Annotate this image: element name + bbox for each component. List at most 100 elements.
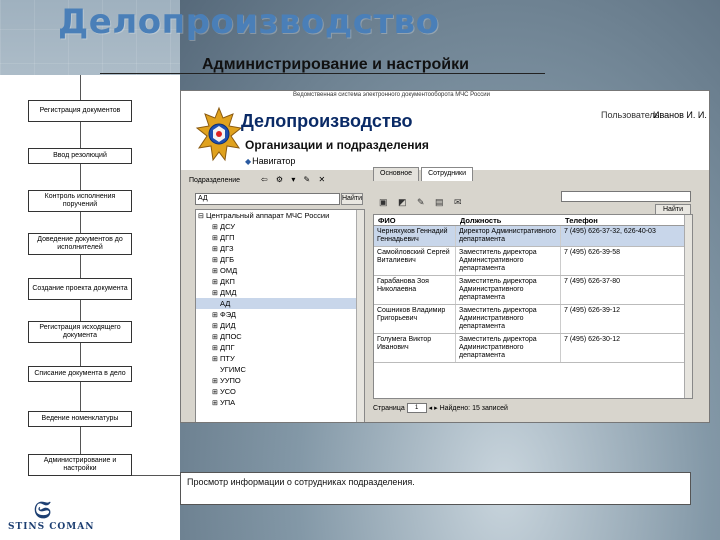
cell-position: Заместитель директора Административного … bbox=[456, 305, 561, 333]
employees-table: ФИО Должность Телефон Черняхуков Геннади… bbox=[373, 214, 693, 399]
table-row[interactable]: Черняхуков Геннадий Геннадьевич Директор … bbox=[374, 226, 692, 247]
tree-item[interactable]: ⊞ ДПОС bbox=[196, 331, 364, 342]
cell-fio: Самойловский Сергей Виталиевич bbox=[374, 247, 456, 275]
app-header: Делопроизводство Организации и подраздел… bbox=[181, 100, 709, 170]
expand-toggle-icon[interactable]: ⊞ bbox=[212, 398, 220, 409]
department-search-input[interactable]: АД bbox=[195, 193, 340, 205]
cell-fio: Черняхуков Геннадий Геннадьевич bbox=[374, 226, 456, 246]
tree-item[interactable]: АД bbox=[196, 298, 364, 309]
column-header-phone[interactable]: Телефон bbox=[561, 215, 686, 225]
tree-item[interactable]: УГИМС bbox=[196, 364, 364, 375]
column-header-fio[interactable]: ФИО bbox=[374, 215, 456, 225]
cell-phone: 7 (495) 626-37-80 bbox=[561, 276, 686, 304]
records-found: Найдено: 15 записей bbox=[439, 404, 508, 412]
nav-item[interactable]: Доведение документов до исполнителей bbox=[28, 233, 132, 255]
cell-fio: Сошников Владимир Григорьевич bbox=[374, 305, 456, 333]
tree-item-label: ПТУ bbox=[220, 354, 235, 363]
table-row[interactable]: Голумега Виктор Иванович Заместитель дире… bbox=[374, 334, 692, 363]
table-scrollbar[interactable] bbox=[684, 215, 692, 398]
user-name: Иванов И. И. bbox=[653, 110, 707, 120]
tree-toolbar-icons[interactable]: ⇦ ⚙ ▾ ✎ ✕ bbox=[261, 175, 328, 184]
employee-toolbar-icons[interactable]: ▣ ◩ ✎ ▤ ✉ bbox=[379, 197, 466, 208]
cell-position: Заместитель директора Административного … bbox=[456, 334, 561, 362]
tree-item-label: УПА bbox=[220, 398, 236, 407]
tree-item-label: ФЭД bbox=[220, 310, 236, 319]
tree-item-label: АД bbox=[220, 299, 231, 308]
tree-item[interactable]: ⊞ ФЭД bbox=[196, 309, 364, 320]
tree-item-label: Центральный аппарат МЧС России bbox=[206, 211, 330, 220]
nav-item[interactable]: Администрирование и настройки bbox=[28, 454, 132, 476]
org-tree-pane: Подразделение ⇦ ⚙ ▾ ✎ ✕ АД Найти ⊟ Центра… bbox=[189, 175, 369, 422]
tree-item-label: ДИД bbox=[220, 321, 236, 330]
nav-item[interactable]: Регистрация документов bbox=[28, 100, 132, 122]
section-title: Организации и подразделения bbox=[245, 138, 429, 152]
company-logo-icon: 𝔖 bbox=[34, 497, 51, 524]
table-header: ФИО Должность Телефон bbox=[374, 215, 692, 226]
app-window: Ведомственная система электронного докум… bbox=[180, 90, 710, 423]
navigator-link[interactable]: ◆Навигатор bbox=[245, 156, 295, 166]
cell-phone: 7 (495) 626-30-12 bbox=[561, 334, 686, 362]
tab-main[interactable]: Основное bbox=[373, 167, 420, 181]
nav-item[interactable]: Контроль исполнения поручений bbox=[28, 190, 132, 212]
column-header-position[interactable]: Должность bbox=[456, 215, 561, 225]
tree-item[interactable]: ⊞ ПТУ bbox=[196, 353, 364, 364]
slide-subtitle: Администрирование и настройки bbox=[202, 56, 469, 73]
nav-item[interactable]: Ведение номенклатуры bbox=[28, 411, 132, 427]
nav-item[interactable]: Регистрация исходящего документа bbox=[28, 321, 132, 343]
tree-item[interactable]: ⊞ ДПГ bbox=[196, 342, 364, 353]
tree-item[interactable]: ⊞ ДСУ bbox=[196, 221, 364, 232]
company-name: STINS COMAN bbox=[8, 522, 95, 532]
subtitle-divider bbox=[100, 73, 545, 74]
table-row[interactable]: Сошников Владимир Григорьевич Заместитель… bbox=[374, 305, 692, 334]
tab-employees[interactable]: Сотрудники bbox=[421, 167, 473, 181]
tree-item[interactable]: ⊞ ДМД bbox=[196, 287, 364, 298]
department-label: Подразделение bbox=[189, 177, 241, 184]
tree-item[interactable]: ⊞ ОМД bbox=[196, 265, 364, 276]
pager: Страница 1 ◂ ▸ Найдено: 15 записей bbox=[373, 403, 508, 413]
tree-item[interactable]: ⊞ УУПО bbox=[196, 375, 364, 386]
table-row[interactable]: Самойловский Сергей Виталиевич Заместител… bbox=[374, 247, 692, 276]
cell-position: Заместитель директора Административного … bbox=[456, 247, 561, 275]
tree-item-label: ОМД bbox=[220, 266, 238, 275]
tree-item-label: ДПОС bbox=[220, 332, 242, 341]
pager-next-icon[interactable]: ▸ bbox=[434, 405, 438, 412]
department-find-button[interactable]: Найти bbox=[341, 193, 363, 205]
tree-item[interactable]: ⊟ Центральный аппарат МЧС России bbox=[196, 210, 364, 221]
cell-position: Заместитель директора Административного … bbox=[456, 276, 561, 304]
employees-pane: Основное Сотрудники Найти ▣ ◩ ✎ ▤ ✉ ФИО Д… bbox=[373, 167, 703, 419]
app-title: Делопроизводство bbox=[241, 111, 413, 131]
cell-phone: 7 (495) 626-39-12 bbox=[561, 305, 686, 333]
pager-prev-icon[interactable]: ◂ bbox=[429, 405, 433, 412]
tree-item[interactable]: ⊞ УСО bbox=[196, 386, 364, 397]
tree-item[interactable]: ⊞ ДГП bbox=[196, 232, 364, 243]
app-topbar: Ведомственная система электронного докум… bbox=[181, 91, 709, 100]
tree-item[interactable]: ⊞ ДГЗ bbox=[196, 243, 364, 254]
tree-item-label: ДГЗ bbox=[220, 244, 234, 253]
tree-scrollbar[interactable] bbox=[356, 210, 364, 422]
tree-item[interactable]: ⊞ ДИД bbox=[196, 320, 364, 331]
nav-item[interactable]: Списание документа в дело bbox=[28, 366, 132, 382]
navigator-icon: ◆ bbox=[245, 157, 252, 166]
cell-fio: Голумега Виктор Иванович bbox=[374, 334, 456, 362]
tree-item-label: ДСУ bbox=[220, 222, 236, 231]
table-row[interactable]: Гарабанова Зоя Николаевна Заместитель дир… bbox=[374, 276, 692, 305]
pane-tabs: Основное Сотрудники bbox=[373, 167, 475, 181]
tree-item-label: ДМД bbox=[220, 288, 237, 297]
nav-item[interactable]: Создание проекта документа bbox=[28, 278, 132, 300]
tree-item-label: ДКП bbox=[220, 277, 235, 286]
pager-label: Страница bbox=[373, 404, 405, 412]
cell-position: Директор Административного департамента bbox=[456, 226, 561, 246]
tree-item-label: ДПГ bbox=[220, 343, 235, 352]
tree-item[interactable]: ⊞ ДКП bbox=[196, 276, 364, 287]
tree-item-label: ДГБ bbox=[220, 255, 235, 264]
nav-item[interactable]: Ввод резолюций bbox=[28, 148, 132, 164]
tree-item[interactable]: ⊞ УПА bbox=[196, 397, 364, 408]
cell-phone: 7 (495) 626-37-32, 626-40-03 bbox=[561, 226, 686, 246]
navigator-link-label: Навигатор bbox=[252, 156, 296, 166]
tree-item-label: УСО bbox=[220, 387, 236, 396]
cell-phone: 7 (495) 626-39-58 bbox=[561, 247, 686, 275]
slide-caption: Просмотр информации о сотрудниках подраз… bbox=[180, 472, 691, 505]
tree-item[interactable]: ⊞ ДГБ bbox=[196, 254, 364, 265]
employee-search-input[interactable] bbox=[561, 191, 691, 202]
page-select[interactable]: 1 bbox=[406, 403, 427, 413]
